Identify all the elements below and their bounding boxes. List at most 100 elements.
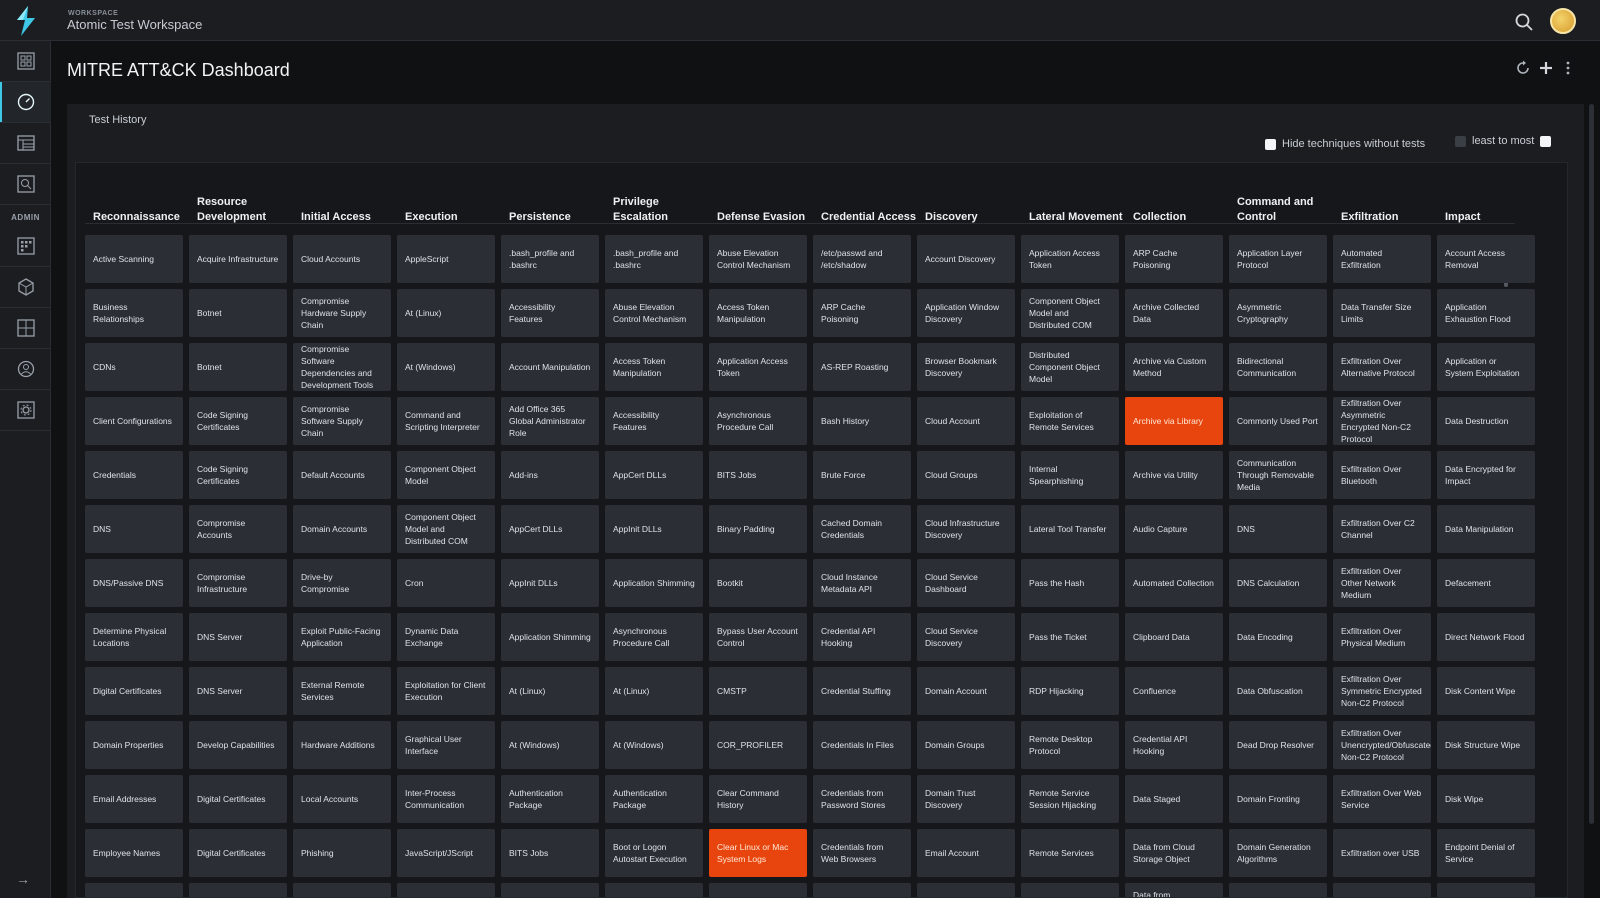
tactic-header[interactable]: Lateral Movement [1029,187,1125,225]
technique-cell[interactable]: JavaScript/JScript [397,829,495,877]
tactic-header[interactable]: Command and Control [1237,187,1333,225]
technique-cell[interactable]: Credential API Hooking [813,613,911,661]
technique-cell[interactable]: Data Obfuscation [1229,667,1327,715]
technique-cell[interactable]: Disk Structure Wipe [1437,721,1535,769]
tactic-header[interactable]: Impact [1445,187,1541,225]
tactic-header[interactable]: Defense Evasion [717,187,813,225]
technique-cell[interactable]: Confluence [1125,667,1223,715]
technique-cell[interactable]: AS-REP Roasting [813,343,911,391]
technique-cell[interactable]: At (Windows) [397,343,495,391]
technique-cell[interactable]: /etc/passwd and /etc/shadow [813,235,911,283]
technique-cell[interactable]: Graphical User Interface [397,721,495,769]
technique-cell[interactable]: At (Linux) [501,667,599,715]
technique-cell[interactable]: Distributed Component Object Model [1021,343,1119,391]
technique-cell[interactable]: Remote Service Session Hijacking [1021,775,1119,823]
technique-cell[interactable]: Remote Services [1021,829,1119,877]
technique-cell[interactable]: Credential Stuffing [813,667,911,715]
technique-cell[interactable]: Compromise Accounts [189,505,287,553]
technique-cell[interactable]: Exfiltration over USB [1333,829,1431,877]
technique-cell-partial[interactable] [1229,883,1327,897]
technique-cell[interactable]: Clear Command History [709,775,807,823]
technique-cell[interactable]: Domain Accounts [293,505,391,553]
technique-cell[interactable]: Automated Exfiltration [1333,235,1431,283]
technique-cell-partial[interactable] [293,883,391,897]
search-icon[interactable] [1514,12,1534,32]
technique-cell[interactable]: Communication Through Removable Media [1229,451,1327,499]
technique-cell[interactable]: Exploit Public-Facing Application [293,613,391,661]
tactic-header[interactable]: Exfiltration [1341,187,1437,225]
technique-cell[interactable]: Data Encrypted for Impact [1437,451,1535,499]
technique-cell[interactable]: Cloud Service Dashboard [917,559,1015,607]
technique-cell-partial[interactable] [709,883,807,897]
technique-cell[interactable]: DNS Calculation [1229,559,1327,607]
technique-cell[interactable]: Domain Properties [85,721,183,769]
technique-cell-partial[interactable] [1437,883,1535,897]
technique-cell[interactable]: Exfiltration Over Unencrypted/Obfuscated… [1333,721,1431,769]
technique-cell[interactable]: Exfiltration Over Bluetooth [1333,451,1431,499]
technique-cell[interactable]: Boot or Logon Autostart Execution [605,829,703,877]
technique-cell[interactable]: Audio Capture [1125,505,1223,553]
workspace-name[interactable]: Atomic Test Workspace [67,17,202,32]
technique-cell[interactable]: Data from Cloud Storage Object [1125,829,1223,877]
technique-cell[interactable]: Lateral Tool Transfer [1021,505,1119,553]
technique-cell[interactable]: Exfiltration Over Web Service [1333,775,1431,823]
collapse-sidebar-arrow-icon[interactable]: → [16,871,30,887]
tactic-header[interactable]: Privilege Escalation [613,187,709,225]
technique-cell[interactable]: Remote Desktop Protocol [1021,721,1119,769]
technique-cell[interactable]: Email Addresses [85,775,183,823]
technique-cell[interactable]: Archive via Library [1125,397,1223,445]
technique-cell[interactable]: Archive via Utility [1125,451,1223,499]
tactic-header[interactable]: Discovery [925,187,1021,225]
technique-cell[interactable]: At (Linux) [397,289,495,337]
technique-cell[interactable]: Domain Account [917,667,1015,715]
technique-cell[interactable]: Defacement [1437,559,1535,607]
technique-cell[interactable]: Exfiltration Over Physical Medium [1333,613,1431,661]
tactic-header[interactable]: Initial Access [301,187,397,225]
sidebar-item-admin-matrix[interactable] [0,226,51,267]
technique-cell[interactable]: Asymmetric Cryptography [1229,289,1327,337]
hide-techniques-checkbox[interactable] [1265,138,1276,150]
technique-cell[interactable]: Pass the Ticket [1021,613,1119,661]
sort-option[interactable]: least to most [1455,135,1552,147]
technique-cell[interactable]: Abuse Elevation Control Mechanism [709,235,807,283]
technique-cell[interactable]: AppInit DLLs [501,559,599,607]
technique-cell[interactable]: Data Manipulation [1437,505,1535,553]
technique-cell[interactable]: ARP Cache Poisoning [1125,235,1223,283]
sidebar-item-settings[interactable] [0,390,51,431]
technique-cell[interactable]: Authentication Package [501,775,599,823]
sidebar-item-dashboards[interactable] [0,41,51,82]
technique-cell[interactable]: Authentication Package [605,775,703,823]
technique-cell[interactable]: Data Destruction [1437,397,1535,445]
technique-cell[interactable]: External Remote Services [293,667,391,715]
technique-cell[interactable]: Cloud Account [917,397,1015,445]
technique-cell-partial[interactable] [813,883,911,897]
technique-cell[interactable]: Default Accounts [293,451,391,499]
technique-cell-partial[interactable]: Data from [1125,883,1223,897]
technique-cell[interactable]: Cloud Service Discovery [917,613,1015,661]
technique-cell[interactable]: Drive-by Compromise [293,559,391,607]
technique-cell[interactable]: Cloud Accounts [293,235,391,283]
technique-cell-partial[interactable] [1333,883,1431,897]
technique-cell[interactable]: Business Relationships [85,289,183,337]
tactic-header[interactable]: Resource Development [197,187,293,225]
technique-cell[interactable]: Abuse Elevation Control Mechanism [605,289,703,337]
kebab-menu-icon[interactable] [1560,60,1576,76]
technique-cell[interactable]: Exploitation for Client Execution [397,667,495,715]
technique-cell[interactable]: Clipboard Data [1125,613,1223,661]
technique-cell[interactable]: Code Signing Certificates [189,397,287,445]
tactic-header[interactable]: Execution [405,187,501,225]
technique-cell[interactable]: Application Layer Protocol [1229,235,1327,283]
technique-cell[interactable]: Client Configurations [85,397,183,445]
technique-cell[interactable]: Cron [397,559,495,607]
technique-cell[interactable]: Exfiltration Over Asymmetric Encrypted N… [1333,397,1431,445]
technique-cell[interactable]: Compromise Hardware Supply Chain [293,289,391,337]
technique-cell[interactable]: Archive Collected Data [1125,289,1223,337]
technique-cell[interactable]: Account Manipulation [501,343,599,391]
technique-cell[interactable]: Inter-Process Communication [397,775,495,823]
tactic-header[interactable]: Credential Access [821,187,917,225]
technique-cell[interactable]: Code Signing Certificates [189,451,287,499]
technique-cell[interactable]: Accessibility Features [501,289,599,337]
technique-cell[interactable]: Exfiltration Over Other Network Medium [1333,559,1431,607]
technique-cell[interactable]: Domain Groups [917,721,1015,769]
technique-cell[interactable]: Cloud Groups [917,451,1015,499]
